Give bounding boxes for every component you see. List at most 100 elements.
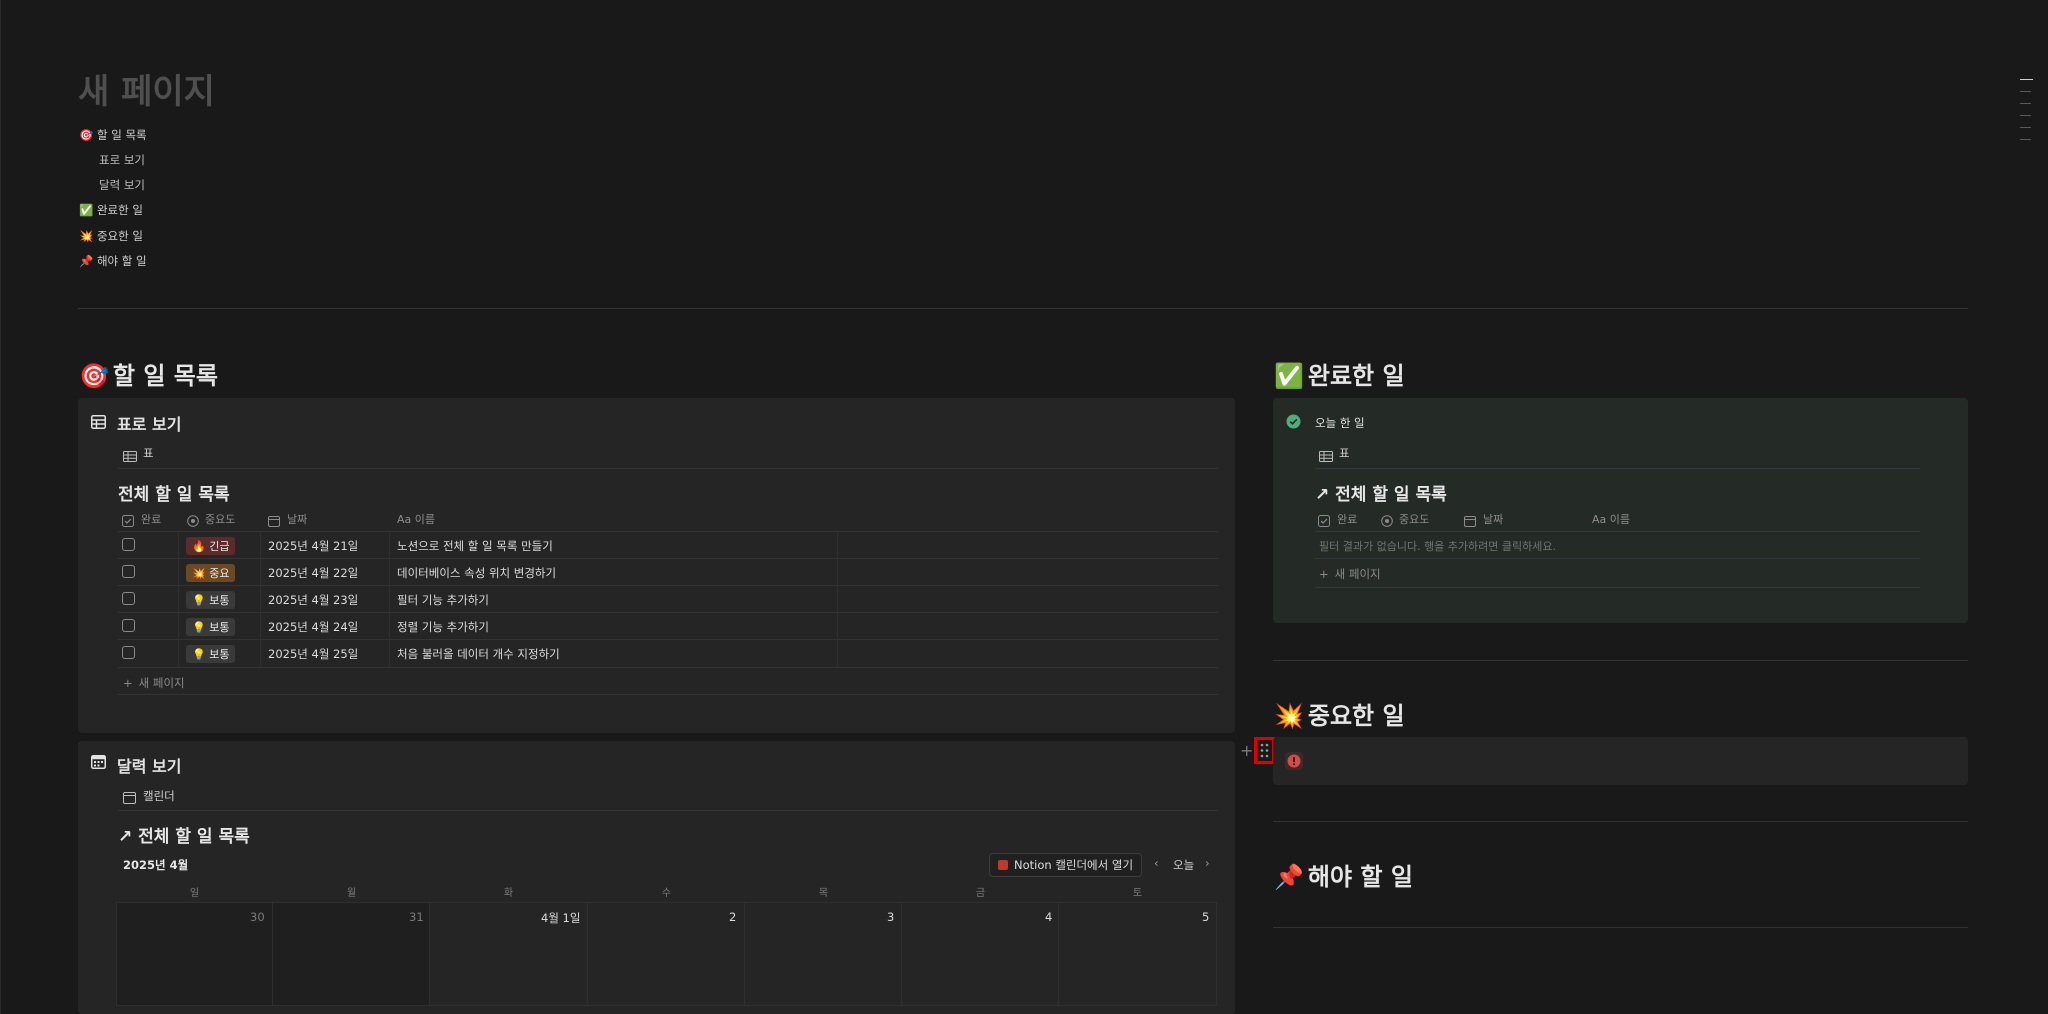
calendar-day-cell[interactable] xyxy=(745,902,902,1006)
priority-tag-normal[interactable]: 💡 보통 xyxy=(186,591,236,609)
row-line xyxy=(1315,558,1920,559)
row-checkbox[interactable] xyxy=(122,646,135,659)
check-circle-icon xyxy=(1286,414,1301,433)
row-name[interactable]: 노션으로 전체 할 일 목록 만들기 xyxy=(397,538,553,554)
row-line xyxy=(118,639,1218,640)
calendar-tab-icon xyxy=(123,789,136,808)
toc-minimap-line-2[interactable] xyxy=(2020,91,2031,92)
row-name[interactable]: 처음 불러올 데이터 개수 지정하기 xyxy=(397,646,560,662)
heading-must-text: 해야 할 일 xyxy=(1307,863,1413,891)
row-checkbox[interactable] xyxy=(122,538,135,551)
important-callout[interactable] xyxy=(1273,737,1968,785)
db-title-linked[interactable]: ↗ 전체 할 일 목록 xyxy=(118,822,250,847)
toc-minimap-line-5[interactable] xyxy=(2020,127,2031,128)
row-date[interactable]: 2025년 4월 21일 xyxy=(268,538,358,554)
done-db-title[interactable]: ↗ 전체 할 일 목록 xyxy=(1315,480,1447,505)
checkbox-column-icon xyxy=(122,512,134,531)
toc-minimap-line-1[interactable] xyxy=(2020,79,2033,80)
done-column-header-date[interactable]: 날짜 xyxy=(1483,511,1503,527)
toc-item-table-view[interactable]: 표로 보기 xyxy=(99,152,145,168)
row-name[interactable]: 데이터베이스 속성 위치 변경하기 xyxy=(397,565,556,581)
calendar-month: 2025년 4월 xyxy=(123,858,189,872)
table-view-panel xyxy=(78,398,1235,733)
toc-item-important[interactable]: 💥 중요한 일 xyxy=(79,228,143,244)
table-view-title[interactable]: 표로 보기 xyxy=(117,411,181,435)
toc-minimap-line-4[interactable] xyxy=(2020,115,2031,116)
row-name[interactable]: 정렬 기능 추가하기 xyxy=(397,619,489,635)
column-header-name[interactable]: Aa 이름 xyxy=(397,511,435,527)
row-line xyxy=(118,585,1218,586)
page-title[interactable]: 새 페이지 xyxy=(78,64,215,113)
done-column-header-name[interactable]: Aa 이름 xyxy=(1592,511,1630,527)
calendar-day-cell[interactable] xyxy=(273,902,430,1006)
calendar-day-number: 3 xyxy=(887,910,895,924)
tab-underline xyxy=(1315,468,1920,469)
toc-minimap-line-3[interactable] xyxy=(2020,103,2031,104)
heading-important-text: 중요한 일 xyxy=(1307,702,1405,730)
calendar-day-cell[interactable] xyxy=(588,902,745,1006)
priority-tag-normal[interactable]: 💡 보통 xyxy=(186,645,236,663)
toc-item-calendar-view[interactable]: 달력 보기 xyxy=(99,177,145,193)
today-button[interactable]: 오늘 xyxy=(1173,857,1194,873)
calendar-day-number: 31 xyxy=(409,910,424,924)
calendar-day-cell[interactable] xyxy=(902,902,1059,1006)
row-line xyxy=(1315,587,1920,588)
column-header-date[interactable]: 날짜 xyxy=(287,511,307,527)
row-date[interactable]: 2025년 4월 23일 xyxy=(268,592,358,608)
column-header-done[interactable]: 완료 xyxy=(141,511,161,527)
prev-month-icon[interactable]: ‹ xyxy=(1154,856,1159,870)
column-separator xyxy=(260,531,261,667)
notion-calendar-icon xyxy=(998,860,1008,870)
row-date[interactable]: 2025년 4월 24일 xyxy=(268,619,358,635)
collision-icon: 💥 xyxy=(1274,702,1304,730)
done-table-tab-icon xyxy=(1319,447,1333,466)
row-date[interactable]: 2025년 4월 25일 xyxy=(268,646,358,662)
plus-icon: + xyxy=(1319,567,1329,581)
row-checkbox[interactable] xyxy=(122,565,135,578)
calendar-day-number: 30 xyxy=(250,910,265,924)
row-checkbox[interactable] xyxy=(122,619,135,632)
done-callout-title[interactable]: 오늘 한 일 xyxy=(1315,415,1365,431)
table-view-tab[interactable]: 표 xyxy=(143,445,154,461)
calendar-view-tab[interactable]: 캘린더 xyxy=(143,788,175,804)
done-new-page-button[interactable]: + 새 페이지 xyxy=(1319,566,1381,582)
divider xyxy=(1273,660,1968,661)
done-column-header-priority[interactable]: 중요도 xyxy=(1399,511,1429,527)
row-name[interactable]: 필터 기능 추가하기 xyxy=(397,592,489,608)
db-title-all-todos[interactable]: 전체 할 일 목록 xyxy=(118,480,230,505)
row-date[interactable]: 2025년 4월 22일 xyxy=(268,565,358,581)
priority-tag-normal[interactable]: 💡 보통 xyxy=(186,618,236,636)
calendar-day-cell[interactable] xyxy=(1059,902,1217,1006)
open-in-notion-calendar-button[interactable]: Notion 캘린더에서 열기 xyxy=(989,853,1143,877)
priority-tag-important[interactable]: 💥 중요 xyxy=(186,564,236,582)
next-month-icon[interactable]: › xyxy=(1205,856,1210,870)
priority-tag-urgent[interactable]: 🔥 긴급 xyxy=(186,537,236,555)
open-calendar-label: Notion 캘린더에서 열기 xyxy=(1014,858,1134,872)
empty-filter-message[interactable]: 필터 결과가 없습니다. 행을 추가하려면 클릭하세요. xyxy=(1319,538,1556,554)
heading-todo-text: 할 일 목록 xyxy=(112,362,218,390)
new-page-label: 새 페이지 xyxy=(1334,567,1381,581)
calendar-row-line xyxy=(116,1005,1217,1006)
column-separator xyxy=(837,531,838,667)
row-line xyxy=(118,694,1218,695)
row-line xyxy=(118,612,1218,613)
calendar-column-icon xyxy=(268,512,280,531)
calendar-view-title[interactable]: 달력 보기 xyxy=(117,753,181,777)
calendar-day-number: 2 xyxy=(729,910,737,924)
row-checkbox[interactable] xyxy=(122,592,135,605)
toc-minimap-line-6[interactable] xyxy=(2020,139,2031,140)
toc-item-must[interactable]: 📌 해야 할 일 xyxy=(79,253,147,269)
done-table-tab[interactable]: 표 xyxy=(1339,445,1350,461)
done-column-header-done[interactable]: 완료 xyxy=(1337,511,1357,527)
header-line xyxy=(118,531,1218,532)
heading-must: 📌 해야 할 일 xyxy=(1274,857,1413,892)
exclamation-icon[interactable] xyxy=(1285,752,1303,770)
toc-item-done[interactable]: ✅ 완료한 일 xyxy=(79,202,143,218)
drag-handle-icon[interactable] xyxy=(1254,737,1275,764)
new-page-button[interactable]: + 새 페이지 xyxy=(123,675,185,691)
column-header-priority[interactable]: 중요도 xyxy=(205,511,235,527)
add-block-icon[interactable]: + xyxy=(1240,741,1253,760)
weekday-tue: 화 xyxy=(503,888,514,899)
weekday-sun: 일 xyxy=(189,888,200,899)
toc-item-todo[interactable]: 🎯 할 일 목록 xyxy=(79,127,147,143)
